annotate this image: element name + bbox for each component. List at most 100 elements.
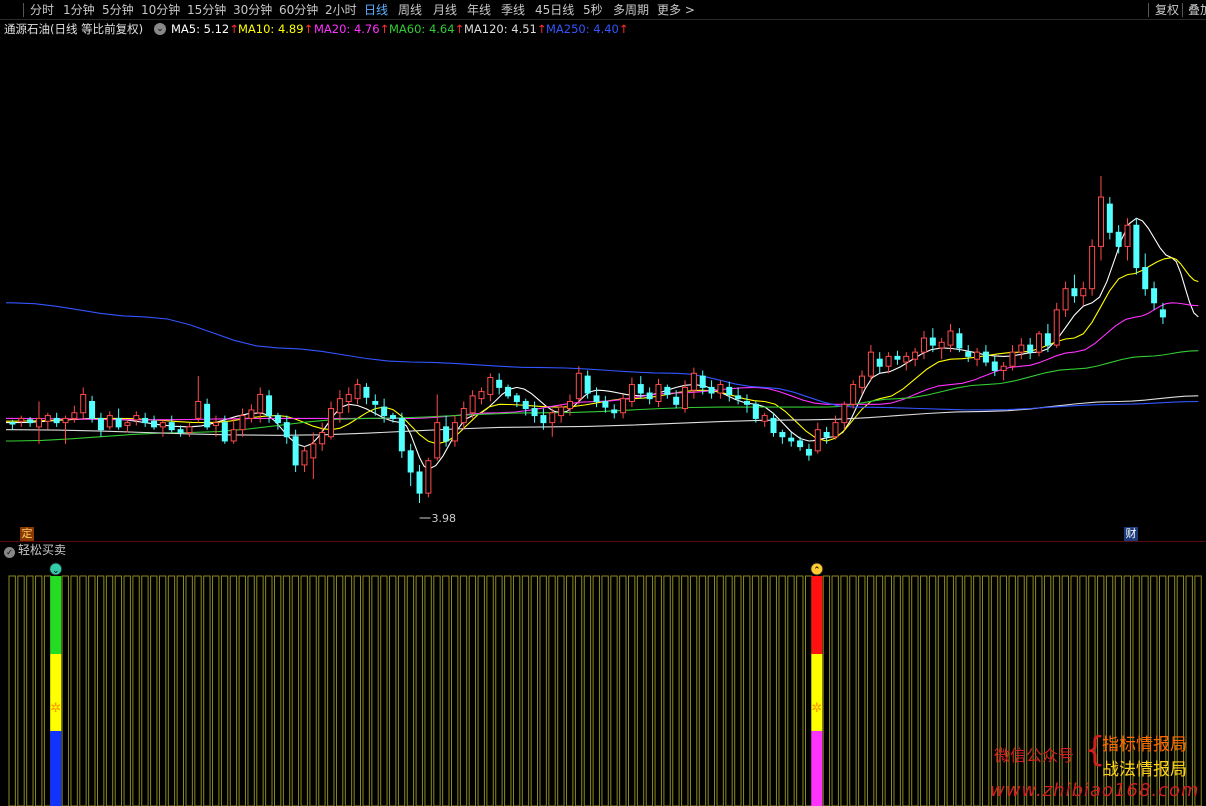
- candle-body: [974, 351, 981, 360]
- candle: [912, 347, 919, 367]
- candle-body: [637, 384, 644, 394]
- indicator-bar: [574, 575, 583, 806]
- indicator-bar: [459, 575, 468, 806]
- candle-body: [867, 351, 874, 377]
- indicator-bar: [389, 575, 397, 806]
- indicator-bar: [185, 575, 193, 806]
- candle: [151, 415, 158, 430]
- candle-body: [1115, 231, 1122, 247]
- candle: [310, 432, 317, 480]
- candle-body: [566, 400, 573, 410]
- indicator-bar: [884, 575, 893, 806]
- indicator-bar: [442, 575, 450, 806]
- indicator-bar: [79, 575, 87, 806]
- candle-body: [283, 422, 290, 438]
- candle: [496, 373, 503, 395]
- indicator-bar: [521, 575, 530, 806]
- candle-body: [496, 379, 503, 388]
- indicator-bar: [920, 575, 928, 806]
- candle-body: [389, 415, 396, 419]
- indicator-bar: [176, 575, 184, 806]
- indicator-name: 轻松买卖: [18, 543, 67, 557]
- candle: [239, 408, 246, 437]
- candle-body: [788, 437, 795, 442]
- candle-body: [257, 393, 264, 414]
- candle-body: [363, 386, 370, 398]
- candle-body: [1018, 344, 1025, 353]
- sell-signal[interactable]: ⌃✲: [810, 562, 824, 806]
- indicator-bar: [300, 575, 308, 806]
- candle-body: [628, 384, 635, 402]
- candle: [664, 384, 671, 399]
- indicator-bar: [743, 575, 751, 806]
- indicator-bar: [778, 575, 786, 806]
- indicator-bar: [291, 575, 300, 806]
- cai-tag[interactable]: 财: [1124, 527, 1138, 541]
- indicator-title[interactable]: ✓ 轻松买卖: [4, 542, 66, 558]
- candle-body: [797, 440, 804, 448]
- watermark-line1: 指标情报局: [1102, 735, 1187, 755]
- candle: [363, 383, 370, 405]
- candle: [478, 387, 485, 405]
- check-circle-icon[interactable]: ✓: [4, 547, 15, 558]
- panel-divider: [0, 541, 1206, 542]
- candle: [336, 390, 343, 423]
- kline-chart[interactable]: 3.98: [0, 0, 1206, 541]
- candle: [1142, 253, 1149, 296]
- candle-body: [1009, 351, 1016, 367]
- candle: [965, 345, 972, 363]
- candle-body: [53, 417, 60, 424]
- indicator-bar: [681, 575, 689, 806]
- watermark-url: www.zhibiao168.com: [990, 780, 1200, 801]
- indicator-bar: [495, 575, 503, 806]
- indicator-bar: [893, 575, 901, 806]
- candle: [133, 411, 140, 426]
- indicator-bar: [132, 575, 140, 806]
- indicator-bar: [344, 575, 353, 806]
- buy-signal[interactable]: ⌄✲: [49, 562, 63, 806]
- sell-signal-segment: [811, 576, 823, 654]
- candle-body: [177, 429, 184, 434]
- ding-tag[interactable]: 定: [20, 527, 34, 541]
- candle: [558, 404, 565, 423]
- candle-body: [345, 393, 352, 402]
- indicator-bar: [796, 575, 804, 806]
- indicator-bar: [955, 575, 963, 806]
- candle-body: [151, 420, 158, 428]
- indicator-bar: [433, 575, 441, 806]
- candle: [920, 330, 927, 360]
- indicator-bar: [318, 575, 326, 806]
- candle-body: [947, 330, 954, 346]
- candle: [142, 412, 149, 427]
- candle-body: [1071, 288, 1078, 297]
- candle-body: [372, 400, 379, 405]
- indicator-bar: [769, 575, 777, 806]
- candle-body: [522, 400, 529, 410]
- candle-body: [646, 392, 653, 400]
- indicator-bar: [805, 575, 813, 806]
- candle: [124, 419, 131, 433]
- indicator-bar: [530, 575, 539, 806]
- candle: [301, 446, 308, 472]
- candle-body: [274, 415, 281, 424]
- candle: [735, 387, 742, 405]
- indicator-bar: [415, 575, 423, 806]
- indicator-bar: [105, 575, 114, 806]
- candle: [717, 380, 724, 399]
- candle: [328, 401, 335, 440]
- candle-body: [204, 403, 211, 428]
- candle-body: [124, 422, 131, 426]
- candle-body: [1142, 267, 1149, 290]
- indicator-bar: [380, 575, 388, 806]
- candle-body: [584, 375, 591, 394]
- candle: [460, 401, 467, 430]
- candle-body: [266, 395, 273, 417]
- candle-body: [1097, 196, 1104, 247]
- indicator-bar: [353, 575, 361, 806]
- indicator-bar: [335, 575, 344, 806]
- candle: [726, 381, 733, 402]
- indicator-bar: [451, 575, 459, 806]
- candle-body: [1027, 344, 1034, 353]
- buy-signal-segment: [50, 576, 62, 654]
- candle-body: [115, 417, 122, 428]
